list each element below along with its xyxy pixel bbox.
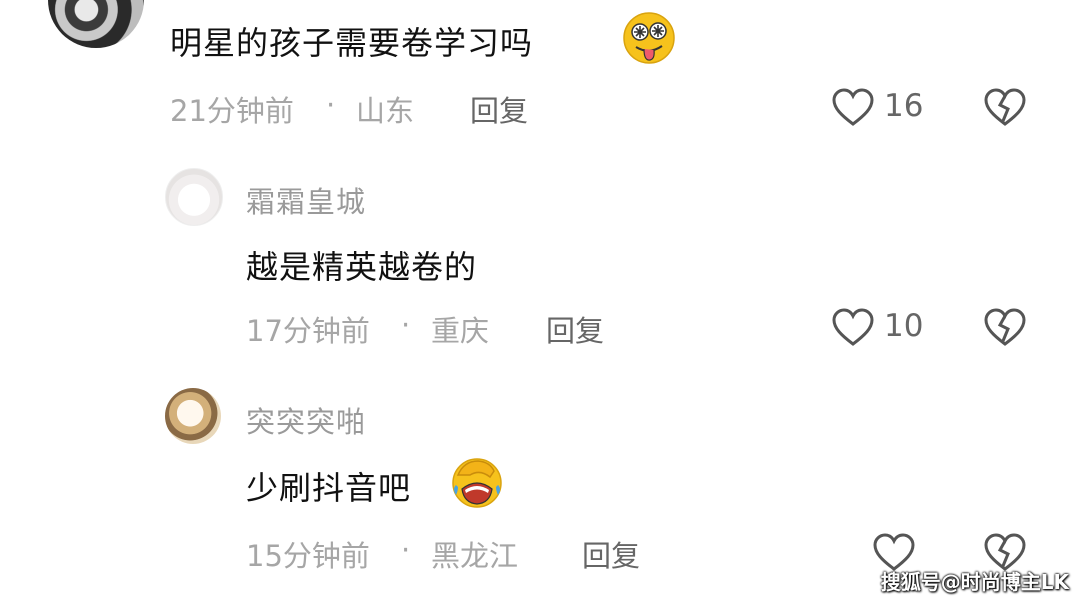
username[interactable]: 霜霜皇城 <box>246 179 366 221</box>
heart-like-icon[interactable] <box>831 307 875 347</box>
reply-button[interactable]: 回复 <box>546 308 604 350</box>
reply-button[interactable]: 回复 <box>582 533 640 575</box>
comment-time: 15分钟前 <box>246 539 370 573</box>
separator-dot: · <box>326 88 336 122</box>
comment-time: 21分钟前 <box>170 94 294 128</box>
comment-text: 少刷抖音吧 <box>246 469 412 507</box>
like-count: 10 <box>884 308 924 344</box>
facepalm-laughing-emoji <box>452 458 502 508</box>
broken-heart-dislike-icon[interactable] <box>983 307 1027 347</box>
avatar[interactable] <box>165 168 223 226</box>
comment-location: 山东 <box>356 94 415 128</box>
reply-button[interactable]: 回复 <box>470 88 528 130</box>
avatar[interactable] <box>48 0 144 48</box>
comment-location: 黑龙江 <box>431 539 519 573</box>
avatar[interactable] <box>165 388 221 444</box>
separator-dot: · <box>401 308 411 342</box>
username[interactable]: 突突突啪 <box>246 399 366 441</box>
separator-dot: · <box>401 533 411 567</box>
comment-location: 重庆 <box>431 314 490 348</box>
drooling-star-eyes-emoji <box>623 12 675 64</box>
comment-time: 17分钟前 <box>246 314 370 348</box>
comment-text: 明星的孩子需要卷学习吗 <box>170 24 534 62</box>
like-count: 16 <box>884 88 924 124</box>
watermark: 搜狐号@时尚博主LK <box>880 570 1069 594</box>
heart-like-icon[interactable] <box>831 87 875 127</box>
broken-heart-dislike-icon[interactable] <box>983 87 1027 127</box>
comment-text: 越是精英越卷的 <box>246 248 478 286</box>
